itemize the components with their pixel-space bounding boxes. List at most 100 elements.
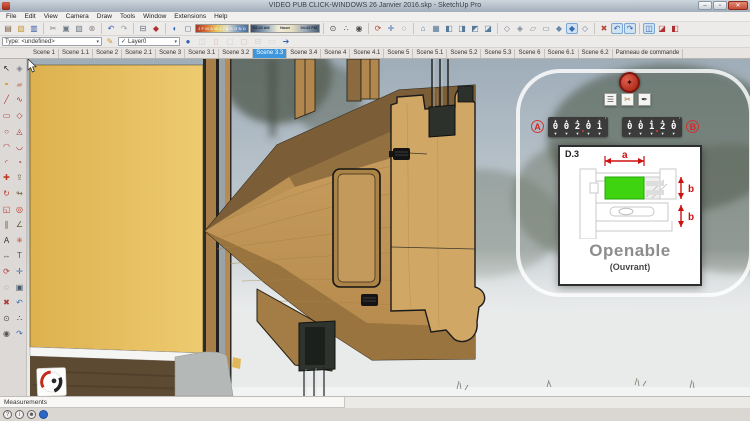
circle-tool-icon[interactable]: ○ [0, 123, 13, 139]
counter-b-digit-down-arrow[interactable]: ▼ [628, 132, 632, 136]
position-camera-icon[interactable]: ⊙ [327, 23, 339, 34]
zoom-window-tool-icon[interactable]: ▣ [13, 279, 26, 295]
scene-tab-scene-5[interactable]: Scene 5 [384, 49, 413, 58]
close-button[interactable]: ✕ [728, 1, 748, 10]
xray-style-icon[interactable]: ◇ [501, 23, 513, 34]
component-attributes-icon[interactable]: ✎ [104, 36, 116, 47]
type-dropdown[interactable]: Type: <undefined> ▾ [2, 37, 102, 46]
look-around-icon[interactable]: ◉ [353, 23, 365, 34]
scene-tab-panneau-de-commande[interactable]: Panneau de commande [613, 49, 684, 58]
next-view-icon[interactable]: ↷ [624, 23, 636, 34]
scene-tab-scene-1[interactable]: Scene 1 [30, 49, 59, 58]
menu-draw[interactable]: Draw [93, 12, 116, 21]
pan-icon[interactable]: ✛ [385, 23, 397, 34]
paste-icon[interactable]: ▨ [73, 23, 85, 34]
zoom-tool-icon[interactable]: ◌ [0, 279, 13, 295]
counter-b-digit-down-arrow[interactable]: ▼ [650, 132, 654, 136]
polygon-tool-icon[interactable]: ◬ [13, 123, 26, 139]
shadow-settings-icon[interactable]: ◐ [169, 23, 181, 34]
dimension-tool-icon[interactable]: ↔ [0, 248, 13, 264]
push-pull-tool-icon[interactable]: ⇪ [13, 170, 26, 186]
counter-b-digit-down-arrow[interactable]: ▼ [661, 132, 665, 136]
back-edges-style-icon[interactable]: ◈ [514, 23, 526, 34]
monochrome-style-icon[interactable]: ◇ [579, 23, 591, 34]
shadow-toggle-icon[interactable]: ◻ [182, 23, 194, 34]
save-icon[interactable]: ▥ [28, 23, 40, 34]
menu-camera[interactable]: Camera [62, 12, 93, 21]
back-view-icon[interactable]: ◩ [469, 23, 481, 34]
minimize-button[interactable]: – [698, 1, 712, 10]
menu-tools[interactable]: Tools [116, 12, 139, 21]
model-viewport[interactable]: ✦ ☰✂✒ A ▲0▼▲0▼▲2▼▲0▼▲1▼' ▲0▼▲0▼▲1▼▲2▼▲0▼… [27, 59, 750, 396]
axes-tool-icon[interactable]: ✳ [13, 233, 26, 249]
follow-me-tool-icon[interactable]: ↬ [13, 186, 26, 202]
rectangle-tool-icon[interactable]: ▭ [0, 108, 13, 124]
orbit-tool-icon[interactable]: ⟳ [0, 264, 13, 280]
shadow-date-slider[interactable]: JFMAMJJASOND [195, 24, 249, 33]
menu-window[interactable]: Window [139, 12, 170, 21]
two-point-arc-tool-icon[interactable]: ◡ [13, 139, 26, 155]
layer-dropdown[interactable]: ✓ Layer0 ▾ [118, 37, 180, 46]
play-icon[interactable]: ➔ [280, 36, 292, 47]
left-view-icon[interactable]: ◪ [482, 23, 494, 34]
scene-tab-scene-2-1[interactable]: Scene 2.1 [122, 49, 156, 58]
three-point-arc-tool-icon[interactable]: ◜ [0, 155, 13, 171]
protractor-tool-icon[interactable]: ∠ [13, 217, 26, 233]
shaded-style-icon[interactable]: ◆ [553, 23, 565, 34]
counter-a-digit-down-arrow[interactable]: ▼ [565, 132, 569, 136]
scene-tab-scene-4[interactable]: Scene 4 [321, 49, 350, 58]
print-icon[interactable]: ⊟ [137, 23, 149, 34]
rotate-tool-icon[interactable]: ↻ [0, 186, 13, 202]
freehand-tool-icon[interactable]: ∿ [13, 92, 26, 108]
zoom-extents-tool-icon[interactable]: ✖ [0, 295, 13, 311]
scene-tab-scene-2[interactable]: Scene 2 [93, 49, 122, 58]
counter-a-digit-down-arrow[interactable]: ▼ [554, 132, 558, 136]
scissors-icon[interactable]: ✂ [621, 93, 634, 106]
scene-tab-scene-3-1[interactable]: Scene 3.1 [185, 49, 219, 58]
redo-icon[interactable]: ↷ [118, 23, 130, 34]
erase-icon[interactable]: ⊗ [86, 23, 98, 34]
scene-tab-scene-3-2[interactable]: Scene 3.2 [219, 49, 253, 58]
menu-extensions[interactable]: Extensions [170, 12, 210, 21]
pan-tool-icon[interactable]: ✛ [13, 264, 26, 280]
counter-a-digit-down-arrow[interactable]: ▼ [576, 132, 580, 136]
help-status-icon[interactable]: ? [3, 410, 12, 419]
next-view-tool-icon[interactable]: ↷ [13, 326, 26, 342]
previous-view-icon[interactable]: ↶ [611, 23, 623, 34]
line-tool-icon[interactable]: ╱ [0, 92, 13, 108]
counter-a-digit-down-arrow[interactable]: ▼ [598, 132, 602, 136]
scene-tab-scene-4-1[interactable]: Scene 4.1 [350, 49, 384, 58]
counter-b-digit-down-arrow[interactable]: ▼ [639, 132, 643, 136]
right-view-icon[interactable]: ◨ [456, 23, 468, 34]
menu-view[interactable]: View [40, 12, 62, 21]
scene-tab-scene-6[interactable]: Scene 6 [515, 49, 544, 58]
scene-tab-scene-3[interactable]: Scene 3 [156, 49, 185, 58]
pen-icon[interactable]: ✒ [638, 93, 651, 106]
new-file-icon[interactable]: ▤ [2, 23, 14, 34]
scene-tab-scene-5-2[interactable]: Scene 5.2 [447, 49, 481, 58]
scene-tab-scene-1-1[interactable]: Scene 1.1 [59, 49, 93, 58]
tape-measure-tool-icon[interactable]: ∥ [0, 217, 13, 233]
hidden-line-style-icon[interactable]: ▭ [540, 23, 552, 34]
scene-tab-scene-6-2[interactable]: Scene 6.2 [579, 49, 613, 58]
pie-tool-icon[interactable]: ◔ [13, 155, 26, 171]
signin-status-icon[interactable]: ☻ [27, 410, 36, 419]
maximize-button[interactable]: ▫ [713, 1, 727, 10]
menu-file[interactable]: File [2, 12, 20, 21]
look-around-tool-icon[interactable]: ◉ [0, 326, 13, 342]
shadow-time-slider[interactable]: 08:43 AMNoon04:43 PM [250, 24, 320, 33]
shaded-textures-style-icon[interactable]: ◆ [566, 23, 578, 34]
arc-tool-icon[interactable]: ◠ [0, 139, 13, 155]
scale-tool-icon[interactable]: ◱ [0, 201, 13, 217]
geolocation-status-icon[interactable] [39, 410, 48, 419]
3d-text-tool-icon[interactable]: T [13, 248, 26, 264]
front-view-icon[interactable]: ◧ [443, 23, 455, 34]
walk-tool-icon[interactable]: ∴ [13, 311, 26, 327]
info-status-icon[interactable]: i [15, 410, 24, 419]
offset-tool-icon[interactable]: ◎ [13, 201, 26, 217]
section-plane-icon[interactable]: ◫ [643, 23, 655, 34]
cut-icon[interactable]: ✂ [47, 23, 59, 34]
scene-tab-scene-5-1[interactable]: Scene 5.1 [413, 49, 447, 58]
select-tool-icon[interactable]: ↖ [0, 61, 13, 77]
orbit-icon[interactable]: ⟳ [372, 23, 384, 34]
